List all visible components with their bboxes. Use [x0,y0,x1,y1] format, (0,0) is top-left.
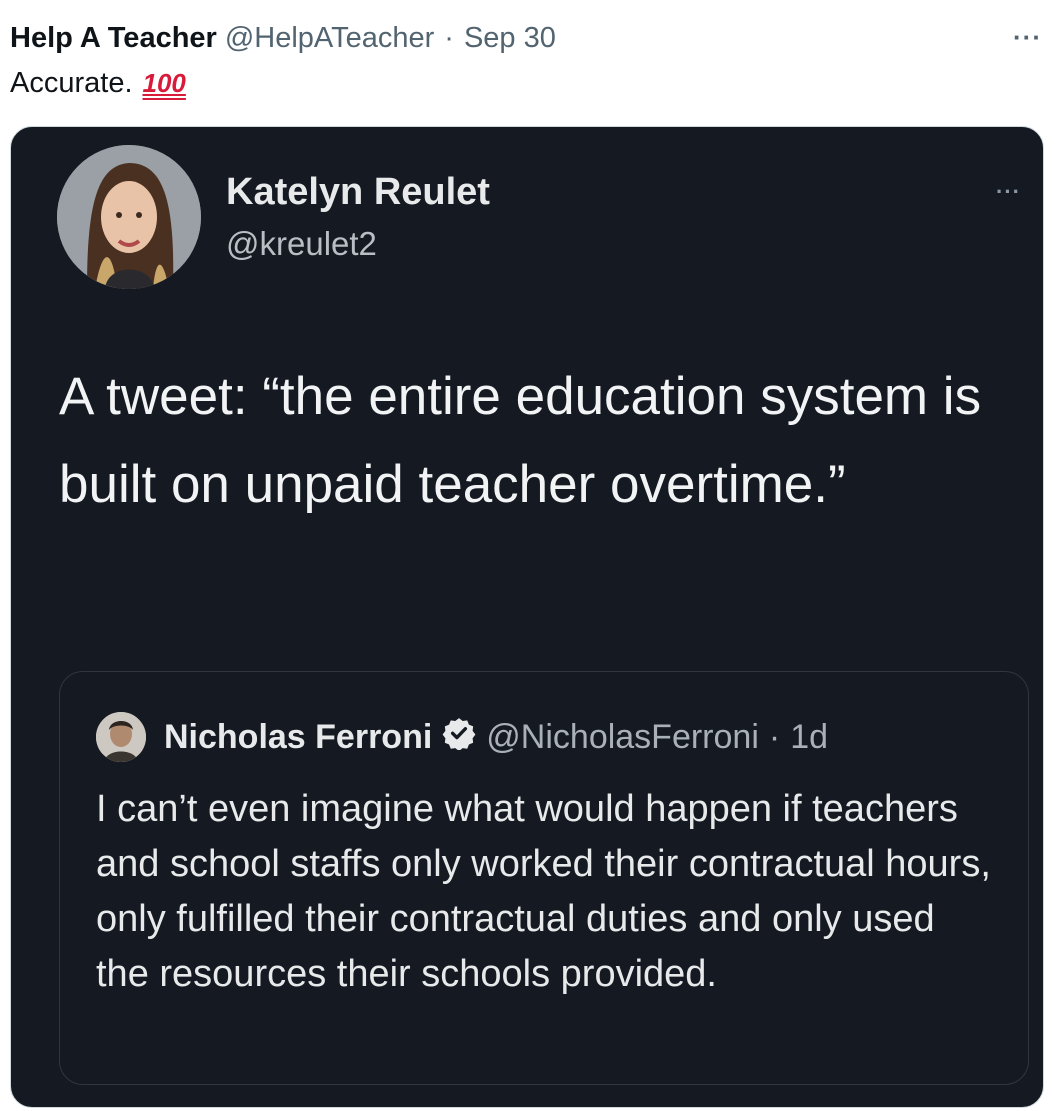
tweet-body: Accurate. [10,67,133,99]
screenshot-tweet-text: A tweet: “the entire education system is… [59,367,982,514]
screenshot-author-handle: @kreulet2 [226,225,377,262]
more-options-icon[interactable]: ··· [1013,22,1042,53]
quoted-time: 1d [790,718,829,756]
author-name[interactable]: Help A Teacher [10,18,217,58]
tweet-date[interactable]: Sep 30 [464,18,556,58]
screenshot-author-name: Katelyn Reulet [226,171,490,213]
quoted-separator: · [768,718,781,756]
quoted-author-handle: @NicholasFerroni [486,718,759,756]
tweet-text: Accurate. 100 [10,64,186,102]
screenshot-more-icon: ··· [996,179,1021,204]
quoted-tweet: Nicholas Ferroni @NicholasFerroni · 1d I… [59,671,1029,1085]
tweet-header: Help A Teacher @HelpATeacher · Sep 30 [10,18,556,58]
avatar [57,145,201,289]
tweet-image[interactable]: Katelyn Reulet @kreulet2 ··· A tweet: “t… [10,126,1044,1108]
quoted-text: I can’t even imagine what would happen i… [96,788,991,995]
quoted-author-name: Nicholas Ferroni [164,718,433,756]
separator: · [444,22,454,54]
quoted-avatar [96,712,146,762]
author-handle[interactable]: @HelpATeacher [225,18,434,58]
verified-badge-icon [442,716,476,759]
quoted-header: Nicholas Ferroni @NicholasFerroni · 1d [164,716,828,759]
hundred-points-emoji: 100 [142,68,186,98]
